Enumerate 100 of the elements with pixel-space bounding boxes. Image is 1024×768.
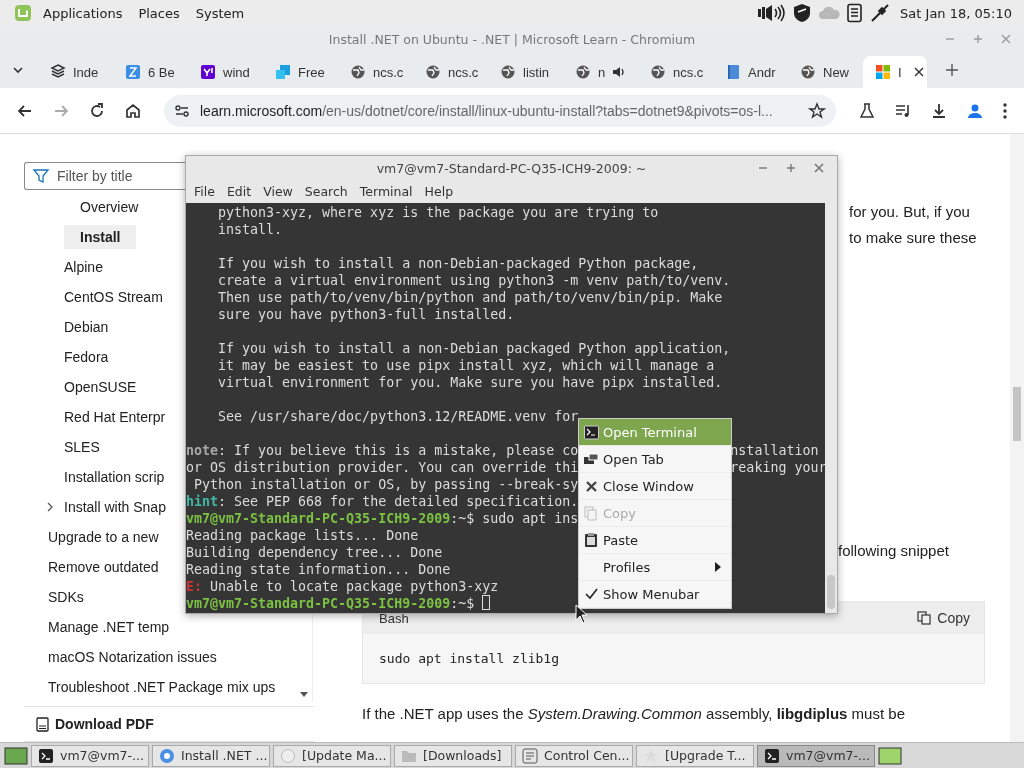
- taskbar-button[interactable]: vm7@vm7-...: [31, 744, 149, 767]
- taskbar-button[interactable]: [Downloads]: [394, 744, 512, 767]
- home-icon[interactable]: [124, 101, 142, 120]
- workspace-icon[interactable]: [878, 745, 902, 766]
- toc-item[interactable]: Red Hat Enterpr: [48, 405, 182, 429]
- globe-icon: [350, 64, 366, 80]
- panel-menu[interactable]: Applications: [35, 5, 131, 21]
- show-desktop-icon[interactable]: [4, 745, 28, 766]
- toc-item[interactable]: SDKs: [32, 585, 100, 609]
- menu-item[interactable]: Show Menubar: [579, 581, 731, 608]
- terminal-line: Reading state information... Done: [186, 561, 451, 578]
- browser-tab[interactable]: wind: [188, 56, 263, 88]
- toc-item[interactable]: Remove outdated: [32, 555, 175, 579]
- terminal-line: Building dependency tree... Done: [186, 544, 443, 561]
- terminal-line: Python installation or OS, by passing --break-sy: [193, 476, 579, 493]
- taskbar-button[interactable]: [Update Ma...: [273, 744, 391, 767]
- toc-item[interactable]: OpenSUSE: [48, 375, 153, 399]
- globe-icon: [425, 64, 441, 80]
- toc-item[interactable]: CentOS Stream: [48, 285, 179, 309]
- toc-item[interactable]: Fedora: [48, 345, 125, 369]
- menu-item[interactable]: Search: [298, 184, 354, 199]
- menu-item[interactable]: Profiles: [579, 554, 731, 581]
- more-menu-icon[interactable]: [1002, 101, 1008, 120]
- browser-tab[interactable]: ncs.c: [413, 56, 488, 88]
- toc-item[interactable]: Upgrade to a new: [32, 525, 175, 549]
- copy-button[interactable]: Copy: [913, 608, 974, 628]
- book-icon: [725, 64, 741, 80]
- app-icon: [125, 64, 141, 80]
- menu-item[interactable]: Help: [418, 184, 460, 199]
- browser-tab[interactable]: Inde: [38, 56, 113, 88]
- browser-tab[interactable]: ncs.c: [338, 56, 413, 88]
- circle-icon: [280, 747, 296, 764]
- browser-tab[interactable]: ncs.c: [638, 56, 713, 88]
- terminal-line: If you wish to install a non-Debian-packaged Python package,: [217, 255, 699, 272]
- browser-tab[interactable]: n: [563, 56, 638, 88]
- scrollbar[interactable]: [1010, 134, 1024, 742]
- toc-item[interactable]: Alpine: [48, 255, 119, 279]
- close-tab-icon[interactable]: [912, 66, 925, 78]
- flask-icon[interactable]: [858, 101, 876, 120]
- filter-field[interactable]: Filter by title: [24, 162, 185, 190]
- new-tab-icon[interactable]: [945, 63, 959, 77]
- terminal-line: sure you have python3-full installed.: [217, 306, 515, 323]
- site-info-icon[interactable]: [174, 102, 190, 119]
- toc-item[interactable]: Manage .NET temp: [32, 615, 186, 639]
- toc-item[interactable]: Installation scrip: [48, 465, 181, 489]
- terminal-line: create a virtual environment using python3 -m venv path/to/venv.: [217, 272, 731, 289]
- paragraph-text: following snippet: [838, 541, 949, 561]
- close-icon[interactable]: [813, 162, 825, 174]
- toc-item[interactable]: Install: [64, 225, 137, 249]
- browser-tab[interactable]: listin: [488, 56, 563, 88]
- browser-tab[interactable]: Andr: [713, 56, 788, 88]
- menu-item[interactable]: Open Tab: [579, 446, 731, 473]
- code-language: Bash: [379, 610, 409, 626]
- close-icon: [584, 479, 598, 493]
- volume-icon[interactable]: [756, 3, 787, 23]
- menu-item[interactable]: Terminal: [353, 184, 419, 199]
- menu-item[interactable]: Close Window: [579, 473, 731, 500]
- maximize-icon[interactable]: [785, 162, 797, 174]
- dropdown-icon[interactable]: [12, 64, 24, 76]
- download-pdf-link[interactable]: Download PDF: [24, 706, 314, 742]
- submenu-arrow-icon: [714, 562, 722, 572]
- taskbar-button[interactable]: Install .NET ...: [152, 744, 270, 767]
- browser-tab[interactable]: I: [863, 56, 927, 88]
- scroll-down-icon[interactable]: [300, 692, 308, 698]
- clock[interactable]: Sat Jan 18, 05:10: [890, 5, 1024, 21]
- browser-tab[interactable]: Free: [263, 56, 338, 88]
- browser-tab[interactable]: New: [788, 56, 863, 88]
- menu-item[interactable]: Paste: [579, 527, 731, 554]
- toc-item[interactable]: macOS Notarization issues: [32, 645, 233, 669]
- panel-menu[interactable]: System: [187, 5, 253, 21]
- toc-item[interactable]: Overview: [64, 195, 155, 219]
- notes-icon[interactable]: [846, 3, 865, 23]
- taskbar-button[interactable]: [Upgrade T...: [636, 744, 754, 767]
- scrollbar[interactable]: [825, 203, 837, 613]
- panel-menu[interactable]: Places: [130, 5, 188, 21]
- terminal-line: E: Unable to locate package python3-xyz: [186, 578, 499, 595]
- taskbar-button[interactable]: vm7@vm7-...: [757, 744, 875, 767]
- speaker-icon[interactable]: [612, 65, 627, 79]
- code-text: sudo apt install zlib1g: [378, 650, 560, 668]
- toc-item[interactable]: Troubleshoot .NET Package mix ups: [32, 675, 292, 699]
- network-icon[interactable]: [870, 3, 891, 23]
- menu-item[interactable]: File: [188, 184, 221, 199]
- address-bar[interactable]: learn.microsoft.com/en-us/dotnet/core/install/linux-ubuntu-install?tabs=dotnet9&pivots=os-l...: [164, 94, 836, 127]
- download-icon[interactable]: [930, 101, 948, 120]
- toc-item[interactable]: SLES: [48, 435, 116, 459]
- browser-tab[interactable]: 6 Be: [113, 56, 188, 88]
- clipboard-icon: [584, 532, 598, 548]
- terminal-icon: [764, 747, 780, 764]
- menu-item[interactable]: Edit: [220, 184, 258, 199]
- reload-icon[interactable]: [88, 101, 106, 120]
- terminal-line: nstallation: [730, 442, 819, 459]
- terminal-line: python3-xyz, where xyz is the package you are trying to: [217, 204, 659, 221]
- menu-item[interactable]: View: [257, 184, 299, 199]
- shield-icon[interactable]: [792, 3, 813, 23]
- toc-item[interactable]: Install with Snap: [48, 495, 182, 519]
- taskbar-button[interactable]: Control Cen...: [515, 744, 633, 767]
- copy-icon: [584, 505, 598, 521]
- bookmark-star-icon[interactable]: [808, 101, 826, 120]
- chevron-icon[interactable]: [46, 502, 54, 512]
- toc-item[interactable]: Debian: [48, 315, 125, 339]
